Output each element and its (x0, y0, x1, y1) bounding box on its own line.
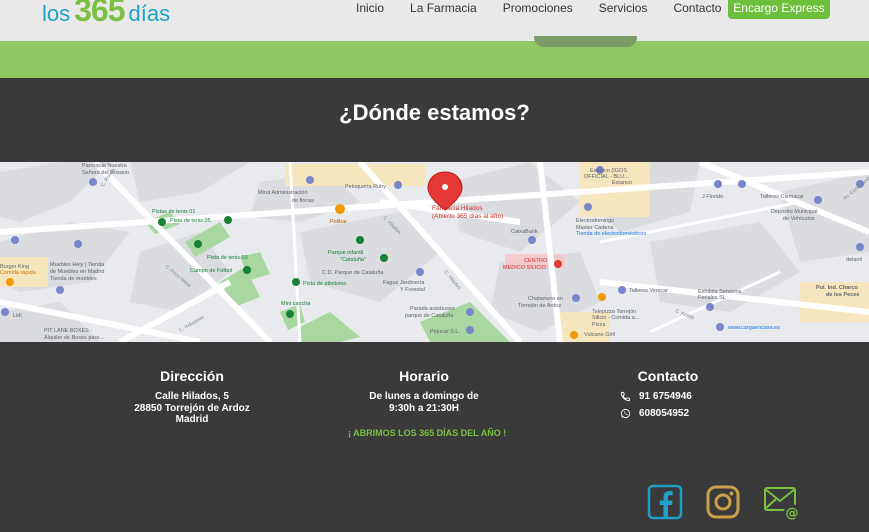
map-label: Alquiler de Boxes para... (44, 335, 104, 341)
site-logo[interactable]: los 365 días (42, 0, 170, 28)
map-label: de Vehículos (783, 216, 815, 222)
map-label: Peluquería Ruby (345, 184, 386, 190)
map-label: de Muebles en Madrid (50, 269, 104, 275)
map-label: "Cataluña" (340, 257, 366, 263)
address-line: Madrid (175, 414, 209, 425)
map-label: Pistas de tenis 01 (152, 209, 195, 215)
hero-pill-button[interactable] (534, 36, 637, 47)
hours-line: 9:30h a 21:30H (388, 402, 460, 414)
contact-heading: Contacto (637, 368, 699, 384)
logo-text-right: días (128, 1, 171, 26)
map-label: Comida rápida (0, 270, 37, 276)
map-label: PIT LANE BOXES - (44, 328, 92, 334)
map-label: Talleres Vinecar (629, 288, 668, 294)
address-line: Calle Hilados, 5 (155, 391, 229, 402)
map-label: Pista de atletismo (303, 281, 346, 287)
map-label: Parque infantil (328, 250, 363, 256)
nav-item-la-farmacia[interactable]: La Farmacia (410, 0, 477, 16)
whatsapp-icon (620, 408, 631, 419)
map-label: de fincas (292, 198, 314, 204)
contact-whatsapp-row[interactable]: 608054952 (620, 408, 716, 419)
map-label: Pejucar S.L. (430, 329, 460, 335)
nav-item-contacto[interactable]: Contacto (673, 0, 721, 16)
map-label: CENTRO (524, 258, 548, 264)
map-label: Electrodomingo (576, 218, 614, 224)
map-label: Parroquia Nuestra (82, 163, 128, 169)
map-label: Feriales SL (698, 295, 726, 301)
logo-text-left: los (42, 1, 71, 26)
map-label: C.D. Parque de Cataluña (322, 270, 384, 276)
main-nav: Inicio La Farmacia Promociones Servicios… (356, 0, 747, 16)
green-band (0, 41, 869, 78)
map-label: Pista de tenis 03 (207, 255, 248, 261)
svg-text:@: @ (786, 506, 799, 520)
phone-icon (620, 391, 631, 402)
hours-block: Horario De lunes a domingo de 9:30h a 21… (356, 368, 492, 414)
encargo-express-button[interactable]: Encargo Express (728, 0, 830, 19)
logo-number: 365 (74, 0, 125, 28)
map-label: Pizza (592, 322, 606, 328)
email-icon[interactable]: @ (763, 484, 801, 520)
map-label: Parada autobuses (410, 306, 455, 312)
map-label: Estanco (612, 180, 632, 186)
contact-whatsapp: 608054952 (639, 408, 690, 419)
section-title: ¿Dónde estamos? (339, 100, 530, 125)
open-every-day-note: ¡ ABRIMOS LOS 365 DÍAS DEL AÑO ! (348, 428, 507, 438)
facebook-icon[interactable] (647, 484, 683, 520)
map-label: Torrejón de Ardoz (518, 303, 561, 309)
nav-item-promociones[interactable]: Promociones (503, 0, 573, 16)
map-label: MEDICO SILICIO (503, 265, 547, 271)
map-label: Polibar (330, 219, 347, 225)
map-label: Fagus Jardinería (383, 280, 425, 286)
map-label: Talleres Clemacar (760, 194, 804, 200)
address-heading: Dirección (160, 368, 224, 384)
map-label: Muebles Hely | Tienda (50, 262, 105, 268)
contact-phone: 91 6754946 (639, 391, 692, 402)
map-label: parque de Cataluña (405, 313, 454, 319)
hours-line: De lunes a domingo de (369, 391, 479, 402)
map-label: CaixaBank (511, 229, 538, 235)
map-label: de los Peces (826, 292, 859, 298)
nav-item-inicio[interactable]: Inicio (356, 0, 384, 16)
map-label: Silicio - Comida a... (592, 315, 640, 321)
map-label: Depósito Municipal (771, 209, 817, 215)
location-map[interactable]: Farmacia Hilados (Abierto 365 días al añ… (0, 162, 869, 342)
map-label: Y Forestal (400, 287, 425, 293)
map-label: Mini cancha (281, 301, 311, 307)
map-label: Vulcano Grill (584, 332, 615, 338)
map-label: J Florido (702, 194, 723, 200)
address-block: Dirección Calle Hilados, 5 28850 Torrejó… (120, 368, 264, 426)
map-label: delaoli (846, 257, 862, 263)
map-label: Mirut Administración (258, 190, 308, 196)
contact-phone-row[interactable]: 91 6754946 (620, 391, 716, 402)
map-label: www.cargaencasa.es (727, 325, 780, 331)
map-label: Tienda de electrodomésticos (576, 231, 646, 237)
address-line: 28850 Torrejón de Ardoz (134, 402, 250, 414)
map-label: Pista de tenis 05 (170, 218, 211, 224)
map-label-pharmacy: Farmacia Hilados (432, 205, 483, 212)
instagram-icon[interactable] (705, 484, 741, 520)
contact-block: Contacto 91 6754946 608054952 (620, 368, 716, 419)
map-label: Tienda de muebles (50, 276, 97, 282)
site-header: los 365 días Inicio La Farmacia Promocio… (0, 0, 869, 41)
map-label: Campo de Fútbol (190, 268, 232, 274)
nav-item-servicios[interactable]: Servicios (599, 0, 648, 16)
map-label: Chatamero en (528, 296, 563, 302)
hours-heading: Horario (399, 368, 449, 384)
map-label-pharmacy-note: (Abierto 365 días al año) (432, 213, 503, 220)
map-label: Pol. Ind. Charco (816, 285, 859, 291)
map-label: Lidl (13, 313, 22, 319)
